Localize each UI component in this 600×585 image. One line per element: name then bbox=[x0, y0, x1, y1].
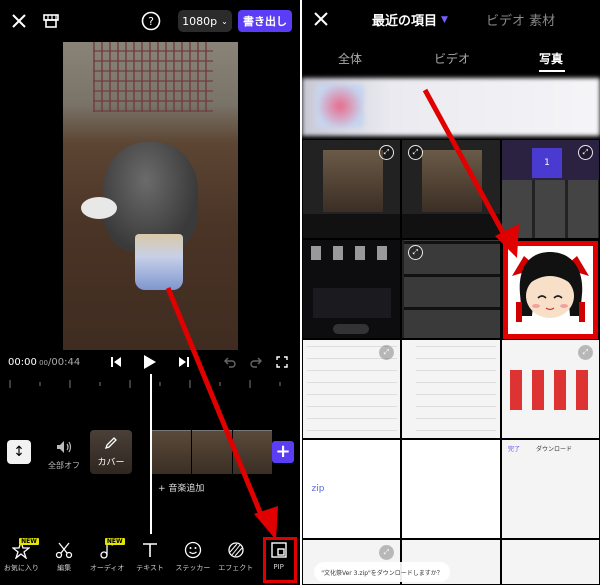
pencil-icon bbox=[104, 436, 118, 453]
zip-label: zip bbox=[311, 484, 325, 494]
photo-thumbnail[interactable]: ⤢ bbox=[401, 139, 501, 239]
clip-thumbnail bbox=[232, 430, 272, 474]
photo-thumbnail[interactable] bbox=[401, 339, 501, 439]
photo-grid: ⤢ ⤢ 1 ⤢ ⤢ ⤢ ⤢ zip 完了 ダウンロード ⤢ bbox=[302, 139, 600, 585]
cage-image bbox=[93, 42, 213, 112]
album-selector[interactable]: 最近の項目 ▼ bbox=[372, 10, 448, 29]
tab-video[interactable]: ビデオ bbox=[434, 50, 470, 67]
mute-all-button[interactable]: 全部オフ bbox=[44, 440, 84, 471]
timecode-total: 00:44 bbox=[51, 357, 81, 368]
photo-thumbnail[interactable]: 1 ⤢ bbox=[501, 139, 600, 239]
new-badge: NEW bbox=[19, 538, 39, 545]
store-icon[interactable] bbox=[40, 10, 62, 32]
tool-text[interactable]: テキスト bbox=[129, 535, 172, 585]
album-title: 最近の項目 bbox=[372, 14, 438, 29]
cup-image bbox=[135, 234, 183, 290]
select-circle-icon[interactable]: ⤢ bbox=[379, 345, 394, 360]
tab-all[interactable]: 全体 bbox=[338, 50, 362, 67]
tool-edit[interactable]: 編集 bbox=[43, 535, 86, 585]
tab-photo[interactable]: 写真 bbox=[539, 50, 563, 67]
undo-icon[interactable] bbox=[222, 354, 238, 370]
help-icon[interactable]: ? bbox=[140, 10, 162, 32]
photo-thumbnail[interactable] bbox=[401, 439, 501, 539]
photo-thumbnail[interactable]: 完了 ダウンロード bbox=[501, 439, 600, 539]
done-label: 完了 bbox=[508, 446, 521, 453]
select-circle-icon[interactable]: ⤢ bbox=[578, 345, 593, 360]
photo-thumbnail[interactable]: zip bbox=[302, 439, 401, 539]
select-circle-icon[interactable]: ⤢ bbox=[408, 245, 423, 260]
cover-button[interactable]: カバー bbox=[90, 430, 132, 474]
active-tab-indicator bbox=[539, 70, 565, 72]
pip-highlight-box bbox=[263, 537, 297, 583]
photo-thumbnail[interactable] bbox=[302, 239, 401, 339]
editor-pane: ? 1080p ⌄ 書き出し 00:00 00/00:44 ↕ 全部オフ カバー… bbox=[0, 0, 300, 585]
photo-thumbnail[interactable]: ⤢ bbox=[302, 339, 401, 439]
close-icon[interactable] bbox=[310, 8, 332, 30]
download-toast[interactable]: "文化祭Ver 3.zip"をダウンロードしますか？ bbox=[314, 562, 450, 582]
tool-label: エフェクト bbox=[218, 564, 254, 572]
character-illustration bbox=[512, 252, 589, 322]
timecode: 00:00 00/00:44 bbox=[8, 357, 81, 368]
timecode-current: 00:00 bbox=[8, 357, 37, 368]
speaker-icon bbox=[44, 440, 84, 456]
redo-icon[interactable] bbox=[248, 354, 264, 370]
add-music-button[interactable]: + 音楽追加 bbox=[158, 481, 204, 494]
video-clip-track[interactable] bbox=[152, 430, 272, 474]
timecode-frame: 00 bbox=[39, 359, 48, 367]
tool-effect[interactable]: エフェクト bbox=[214, 535, 257, 585]
text-icon bbox=[143, 543, 157, 557]
editor-top-bar: ? 1080p ⌄ 書き出し bbox=[0, 0, 300, 42]
new-badge: NEW bbox=[104, 538, 125, 545]
tool-label: お気に入り bbox=[3, 564, 39, 572]
close-icon[interactable] bbox=[8, 10, 30, 32]
select-circle-icon[interactable]: ⤢ bbox=[578, 145, 593, 160]
select-circle-icon[interactable]: ⤢ bbox=[379, 545, 394, 560]
tool-audio[interactable]: NEW オーディオ bbox=[86, 535, 129, 585]
blurred-photo-thumb bbox=[316, 84, 364, 128]
fullscreen-icon[interactable] bbox=[274, 354, 290, 370]
tool-label: 編集 bbox=[57, 564, 72, 572]
cover-label: カバー bbox=[97, 458, 125, 468]
bottom-toolbar: NEW お気に入り 編集 NEW オーディオ テキスト ステッカー エフェクト … bbox=[0, 535, 300, 585]
add-clip-button[interactable]: + bbox=[272, 441, 294, 463]
expand-timeline-button[interactable]: ↕ bbox=[7, 440, 31, 464]
tool-label: テキスト bbox=[136, 564, 164, 572]
skip-forward-icon[interactable] bbox=[176, 354, 192, 370]
smiley-icon bbox=[184, 541, 202, 559]
photo-thumbnail[interactable]: ⤢ bbox=[401, 239, 501, 339]
select-circle-icon[interactable]: ⤢ bbox=[408, 145, 423, 160]
skip-back-icon[interactable] bbox=[108, 354, 124, 370]
caret-down-icon: ▼ bbox=[441, 14, 448, 25]
photo-thumbnail[interactable]: ⤢ bbox=[302, 139, 401, 239]
clip-thumbnail bbox=[192, 430, 232, 474]
resolution-value: 1080p bbox=[182, 14, 218, 28]
media-picker-pane: 最近の項目 ▼ ビデオ 素材 全体 ビデオ 写真 ⤢ ⤢ 1 ⤢ ⤢ ⤢ ⤢ z… bbox=[302, 0, 600, 585]
scissors-icon bbox=[56, 542, 73, 559]
effect-icon bbox=[228, 542, 244, 558]
tool-label: ステッカー bbox=[175, 564, 211, 572]
photo-thumbnail[interactable]: ⤢ bbox=[501, 339, 600, 439]
selected-photo-highlight[interactable] bbox=[503, 241, 598, 339]
playback-bar: 00:00 00/00:44 bbox=[0, 352, 300, 374]
tool-sticker[interactable]: ステッカー bbox=[171, 535, 214, 585]
video-preview[interactable] bbox=[63, 42, 238, 350]
download-label: ダウンロード bbox=[536, 446, 573, 453]
mute-all-label: 全部オフ bbox=[48, 461, 80, 470]
picker-top-bar: 最近の項目 ▼ ビデオ 素材 bbox=[302, 0, 600, 38]
selected-number: 1 bbox=[532, 148, 562, 178]
svg-text:?: ? bbox=[148, 15, 154, 28]
video-material-tab[interactable]: ビデオ 素材 bbox=[486, 10, 555, 29]
photo-thumbnail[interactable] bbox=[501, 539, 600, 585]
play-icon[interactable] bbox=[140, 352, 160, 372]
chevron-down-icon: ⌄ bbox=[221, 16, 228, 26]
resolution-select[interactable]: 1080p ⌄ bbox=[178, 10, 232, 32]
bowl-image bbox=[81, 197, 117, 219]
tool-label: オーディオ bbox=[89, 564, 125, 572]
tool-favorites[interactable]: NEW お気に入り bbox=[0, 535, 43, 585]
select-circle-icon[interactable]: ⤢ bbox=[379, 145, 394, 160]
export-button[interactable]: 書き出し bbox=[238, 10, 292, 32]
clip-thumbnail bbox=[152, 430, 192, 474]
